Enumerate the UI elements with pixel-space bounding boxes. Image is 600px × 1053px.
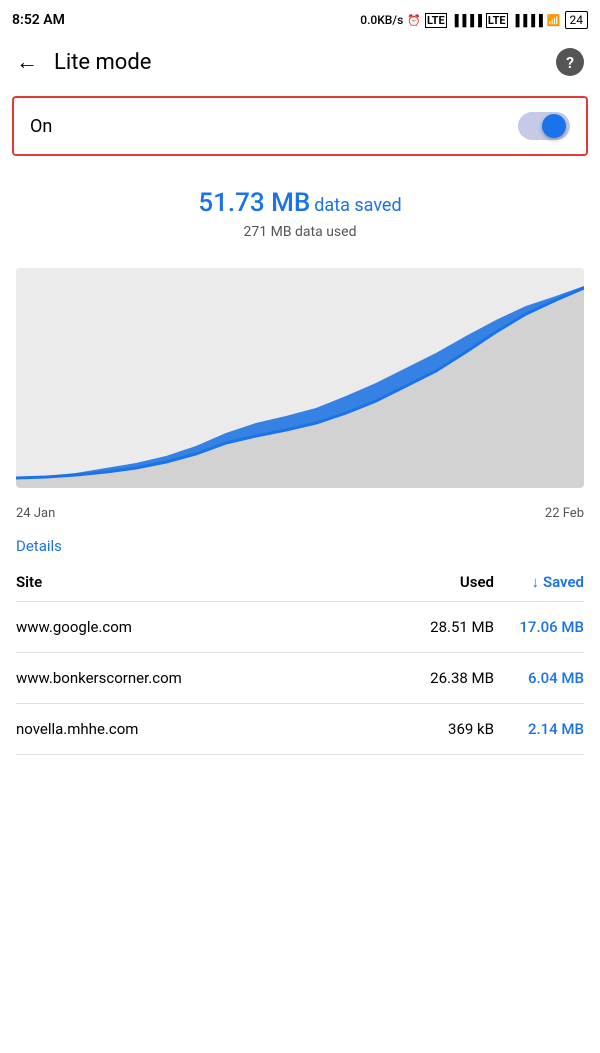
saved-arrow-icon: ↓ — [531, 573, 539, 591]
chart-dates: 24 Jan 22 Feb — [0, 500, 600, 525]
lite-mode-toggle[interactable] — [518, 112, 570, 140]
lite-mode-toggle-row[interactable]: On — [12, 96, 588, 156]
chart-end-date: 22 Feb — [545, 506, 584, 521]
chart-svg — [16, 268, 584, 488]
cell-used-3: 369 kB — [404, 720, 494, 738]
data-saved-label: data saved — [314, 195, 401, 216]
data-chart — [16, 268, 584, 488]
signal-bars-1: ▐▐▐▐ — [451, 14, 482, 27]
cell-site-3: novella.mhhe.com — [16, 720, 404, 738]
toggle-label: On — [30, 116, 52, 137]
table-header: Site Used ↓ Saved — [16, 563, 584, 602]
header-left: ← Lite mode — [16, 49, 151, 75]
data-used-text: 271 MB data used — [16, 224, 584, 240]
table-row: novella.mhhe.com 369 kB 2.14 MB — [16, 704, 584, 755]
battery-indicator: 24 — [565, 11, 589, 29]
status-time: 8:52 AM — [12, 12, 65, 28]
lte-icon: LTE — [425, 13, 447, 28]
cell-saved-1: 17.06 MB — [494, 618, 584, 636]
cell-used-2: 26.38 MB — [404, 669, 494, 687]
col-header-used: Used — [404, 573, 494, 591]
cell-site-1: www.google.com — [16, 618, 404, 636]
header: ← Lite mode ? — [0, 36, 600, 88]
col-header-saved: ↓ Saved — [494, 573, 584, 591]
status-icons: 0.0KB/s ⏰ LTE ▐▐▐▐ LTE ▐▐▐▐ 📶 24 — [360, 11, 588, 29]
cell-used-1: 28.51 MB — [404, 618, 494, 636]
page-title: Lite mode — [54, 50, 151, 75]
help-button[interactable]: ? — [556, 48, 584, 76]
network-speed: 0.0KB/s — [360, 13, 403, 27]
signal-bars-2: ▐▐▐▐ — [512, 14, 543, 27]
toggle-thumb — [542, 114, 566, 138]
data-saved-section: 51.73 MB data saved 271 MB data used — [0, 164, 600, 256]
status-bar: 8:52 AM 0.0KB/s ⏰ LTE ▐▐▐▐ LTE ▐▐▐▐ 📶 24 — [0, 0, 600, 36]
table-row: www.google.com 28.51 MB 17.06 MB — [16, 602, 584, 653]
cell-saved-2: 6.04 MB — [494, 669, 584, 687]
cell-site-2: www.bonkerscorner.com — [16, 669, 404, 687]
col-header-site: Site — [16, 573, 404, 591]
details-link[interactable]: Details — [0, 525, 600, 563]
lte-icon-2: LTE — [486, 13, 508, 28]
wifi-icon: 📶 — [547, 14, 561, 27]
alarm-icon: ⏰ — [407, 14, 421, 27]
back-button[interactable]: ← — [16, 49, 38, 75]
table-row: www.bonkerscorner.com 26.38 MB 6.04 MB — [16, 653, 584, 704]
saved-label: Saved — [543, 573, 584, 591]
data-saved-amount: 51.73 MB — [198, 188, 310, 218]
chart-start-date: 24 Jan — [16, 506, 55, 521]
cell-saved-3: 2.14 MB — [494, 720, 584, 738]
sites-table: Site Used ↓ Saved www.google.com 28.51 M… — [0, 563, 600, 755]
